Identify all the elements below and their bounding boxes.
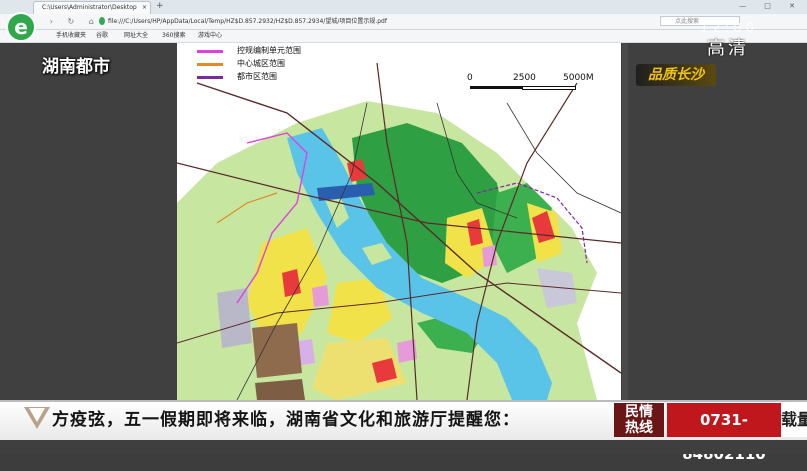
bottom-strip [0, 440, 807, 454]
ticker-text: 方疫弦，五一假期即将来临，湖南省文化和旅游厅提醒您： [52, 410, 520, 430]
tab-close-icon[interactable]: × [142, 2, 147, 14]
legend-label-control-unit: 控规编制单元范围 [237, 46, 301, 55]
program-logo: 品质长沙 [636, 64, 716, 86]
navigation-buttons[interactable]: ‹ › ↻ ⌂ [32, 15, 100, 28]
pdf-scrollbar[interactable] [622, 43, 628, 400]
bookmark-sites[interactable]: 网址大全 [124, 30, 148, 42]
scale-bar-white [522, 86, 576, 90]
hotline-label-line2: 热线 [625, 420, 653, 436]
bookmark-google[interactable]: 谷歌 [96, 30, 108, 42]
scale-label-zero: 0 [467, 73, 473, 83]
hotline-label-line1: 民情 [625, 404, 653, 420]
legend-swatch-metro-area [197, 76, 223, 79]
new-tab-button[interactable]: + [156, 1, 164, 12]
ticker-tail-text: 载量 [781, 403, 807, 437]
legend-label-central-city: 中心城区范围 [237, 59, 285, 68]
tab-current-pdf[interactable]: C:\Users\Administrator\Desktop × [33, 1, 151, 14]
address-bar: ‹ › ↻ ⌂ file:///C:/Users/HP/AppData/Loca… [0, 14, 807, 30]
legend-swatch-central-city [197, 63, 223, 66]
bookmark-games[interactable]: 游戏中心 [198, 30, 222, 42]
planning-map [177, 62, 621, 400]
scale-bar-black [470, 86, 522, 89]
ticker-arrow-inner [29, 408, 45, 422]
tab-title: C:\Users\Administrator\Desktop [42, 4, 137, 11]
browser-tab-bar: C:\Users\Administrator\Desktop × + — □ ✕ [0, 0, 807, 14]
bookmark-mobile[interactable]: 手机收藏夹 [56, 30, 86, 42]
hotline-label: 民情 热线 [614, 403, 664, 437]
clock-display: 1 2 : 0 0 [700, 21, 754, 36]
bookmarks-bar: 收藏 手机收藏夹 谷歌 网址大全 360搜索 游戏中心 [0, 30, 807, 43]
channel-logo-icon: e [6, 12, 36, 42]
secure-shield-icon [99, 17, 105, 25]
legend-label-metro-area: 都市区范围 [237, 72, 277, 81]
scale-label-mid: 2500 [513, 73, 536, 83]
pdf-viewer: 控规编制单元范围 中心城区范围 都市区范围 0 2500 5000M [0, 43, 807, 400]
hotline-number: 0731-84802110 [667, 403, 781, 463]
url-field[interactable]: file:///C:/Users/HP/AppData/Local/Temp/H… [108, 17, 387, 26]
channel-name: 湖南都市 [42, 57, 110, 77]
bookmark-360[interactable]: 360搜索 [162, 30, 185, 42]
window-controls[interactable]: — □ ✕ [739, 0, 803, 13]
hd-badge: 高清 [707, 38, 749, 59]
pdf-page: 控规编制单元范围 中心城区范围 都市区范围 0 2500 5000M [177, 43, 621, 400]
scale-label-end: 5000M [563, 73, 594, 83]
legend-swatch-control-unit [197, 50, 223, 53]
